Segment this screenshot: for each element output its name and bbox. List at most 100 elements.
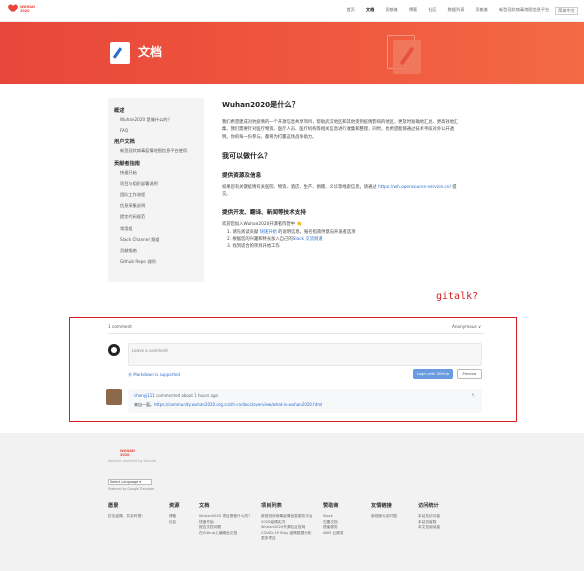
reply-icon[interactable]: ↰ — [471, 393, 475, 399]
nav-blog[interactable]: 博客 — [409, 7, 417, 15]
footer-stat: 本文总阅读量 — [418, 525, 441, 529]
sidebar-item-contrib-guide[interactable]: 贡献指南 — [120, 248, 198, 254]
doc-paragraph: 我们希望建成对抗疫情的一个开源信息共享项目，帮助武汉地区和其他受到疫情影响的地区… — [222, 120, 459, 140]
sidebar-item-map-usage[interactable]: 新型冠状病毒疫情地图信息平台使用 — [120, 148, 198, 154]
document-icon — [110, 42, 130, 64]
sidebar-item-slack[interactable]: Slack Channel 频道 — [120, 237, 198, 243]
nav-contributors-2[interactable]: 贡献者 — [475, 7, 488, 15]
divider — [108, 333, 484, 334]
main-nav: 首页 文档 贡献者 博客 社区 数据列表 贡献者 新型冠状病毒地图信息平台 简体… — [335, 7, 578, 15]
preview-button[interactable]: Preview — [457, 369, 482, 379]
sidebar-item-github-repo[interactable]: Github Repo 说明 — [120, 259, 198, 265]
markdown-hint-link[interactable]: Ⓜ Markdown is supported — [128, 372, 180, 378]
sidebar-item-faq[interactable]: FAQ — [120, 128, 198, 133]
site-logo[interactable]: WUHAN 2020 — [9, 5, 35, 13]
github-avatar-icon — [108, 344, 120, 356]
sidebar-item-groups[interactable]: 常用组 — [120, 226, 198, 232]
user-menu[interactable]: Anonymous ∨ — [452, 324, 481, 329]
text: 2. 根据您的兴趣和特长加入自己的 — [227, 237, 293, 243]
login-github-button[interactable]: Login with GitHub — [413, 369, 453, 379]
slack-link[interactable]: Slack 交流频道 — [293, 237, 323, 242]
sidebar-item-code-rules[interactable]: 提交代码规范 — [120, 214, 198, 220]
footer-col-title: 访问统计 — [418, 503, 439, 509]
comment-count: 1 comment — [108, 324, 132, 329]
doc-paragraph-resources: 如果您有关键疫情有关医院、物资、酒店、生产、捐赠、义诊等线索信息，请通过 htt… — [222, 184, 462, 199]
list-item: 1. 请先阅读贡献 快速开始 的说明信息，报名指南供意向开发者选项 — [227, 229, 462, 236]
footer-link[interactable]: 社区 — [169, 520, 179, 526]
annotation-text: gitalk? — [436, 291, 479, 302]
language-button[interactable]: 简体中文 — [555, 7, 578, 15]
comment-meta: chenyj111 commented about 1 hours ago — [134, 393, 218, 398]
list-item: 3. 找到适合的项目开始工作 — [227, 243, 462, 250]
sidebar-item-workflow[interactable]: 团队工作流程 — [120, 192, 198, 198]
footer-link[interactable]: 更多项目 — [261, 536, 317, 542]
heart-logo-icon — [9, 5, 17, 13]
sidebar-item-deploy[interactable]: 项目与组织部署说明 — [120, 181, 198, 187]
sidebar-section-title: 概述 — [114, 108, 125, 114]
footer-col-title: 资源 — [169, 503, 180, 509]
footer-link[interactable]: 在Github上编辑此文档 — [199, 531, 253, 537]
footer-col-friends: 友情链接 新冠肺炎实时图 — [371, 502, 397, 520]
sidebar-item-quick-start[interactable]: 快速开始 — [120, 170, 198, 176]
list-item: 2. 根据您的兴趣和特长加入自己的Slack 交流频道 — [227, 236, 462, 243]
footer-col-title: 赞助商 — [323, 503, 339, 509]
nav-community[interactable]: 社区 — [428, 7, 436, 15]
doc-heading-1: Wuhan2020是什么？ — [222, 100, 299, 109]
footer-col-title: 文档 — [199, 503, 210, 509]
footer-logo-bottom: 2020 — [120, 453, 130, 457]
google-translate-credit: Powered by Google Translate — [108, 487, 155, 491]
nav-data-list[interactable]: 数据列表 — [448, 7, 465, 15]
decorative-document-icon — [393, 40, 421, 74]
nav-contributors[interactable]: 贡献者 — [385, 7, 398, 15]
commenter-avatar[interactable] — [106, 389, 122, 405]
footer-link[interactable]: 新冠肺炎实时图 — [371, 514, 397, 520]
sidebar-section-title: 用户文档 — [114, 139, 135, 146]
sidebar-item-info-collect[interactable]: 信息采集说明 — [120, 203, 198, 209]
footer-logo: WUHAN 2020 — [108, 449, 135, 457]
text: 的说明信息，报名指南供意向开发者选项 — [276, 229, 356, 235]
comment-time: commented about 1 hours ago — [154, 393, 218, 398]
logo-text-bottom: 2020 — [20, 9, 30, 13]
doc-content: Wuhan2020是什么？ 我们希望建成对抗疫情的一个开源信息共享项目，帮助武汉… — [222, 100, 462, 251]
hero-banner: 文档 — [0, 22, 584, 84]
page-title: 文档 — [138, 45, 163, 59]
resource-link[interactable]: https://wh.opensource-service.cn/ — [378, 185, 451, 190]
text: 如果您有关键疫情有关医院、物资、酒店、生产、捐赠、义诊等线索信息，请通过 — [222, 184, 379, 190]
sidebar-item-what-is[interactable]: Wuhan2020 是做什么的？ — [120, 117, 198, 123]
footer-col-resources: 资源 博客 社区 — [169, 502, 179, 525]
footer-col-projects: 项目列表 新型冠状病毒疫情信息服务平台 2020疫情实况 Wuhan2020开源… — [261, 502, 317, 542]
footer-col-sponsors: 赞助商 Slack 石墨文档 语雀服务 AWS 云服务 — [323, 502, 344, 536]
nav-docs[interactable]: 文档 — [366, 7, 374, 15]
footer-link[interactable]: AWS 云服务 — [323, 531, 344, 537]
footer-stat: 本站总访问量 — [418, 514, 441, 518]
sidebar-section-title: 贡献者指南 — [114, 160, 140, 167]
footer-link[interactable]: 新型冠状病毒疫情信息服务平台 — [261, 514, 317, 520]
footer-col-title: 友情链接 — [371, 503, 392, 509]
top-navbar: WUHAN 2020 首页 文档 贡献者 博客 社区 数据列表 贡献者 新型冠状… — [0, 0, 584, 22]
footer-col-title: 愿景 — [108, 503, 119, 509]
text: 来自一面。 — [134, 402, 154, 407]
docs-sidebar: 概述 Wuhan2020 是做什么的？ FAQ 用户文档 新型冠状病毒疫情地图信… — [108, 98, 204, 282]
footer-col-vision: 愿景 抗击疫情，共克时艰！ — [108, 502, 145, 520]
doc-heading-3: 提供开发、翻译、新闻等技术支持 — [222, 210, 306, 217]
nav-map-platform[interactable]: 新型冠状病毒地图信息平台 — [499, 7, 549, 15]
comment-body: 来自一面。https://community.wuhan2020.org.cn/… — [134, 402, 322, 408]
nav-home[interactable]: 首页 — [346, 7, 354, 15]
text: 1. 请先阅读贡献 — [227, 229, 260, 235]
doc-heading-2: 我可以做什么？ — [222, 151, 271, 160]
language-select[interactable]: Select Language ▾ — [108, 479, 152, 485]
footer-col-docs: 文档 Wuhan2020 项目是做什么的？ 快速开始 报告文档问题 在Githu… — [199, 502, 253, 536]
doc-heading-3: 提供资源及信息 — [222, 172, 262, 179]
comment-author[interactable]: chenyj111 — [134, 393, 155, 398]
text: 3. 找到适合的项目开始工作 — [227, 244, 280, 250]
comment-textarea[interactable]: Leave a comment — [128, 343, 482, 366]
doc-paragraph-welcome: 欢迎您加入Wuhan2020开源者阵营中 👏 — [222, 222, 302, 228]
comment-link[interactable]: https://community.wuhan2020.org.cn/zh-cn… — [154, 402, 322, 407]
footer-col-item: 抗击疫情，共克时艰！ — [108, 514, 145, 518]
footer-col-title: 项目列表 — [261, 503, 282, 509]
footer-col-stats: 访问统计 本站总访问量 本站访客数 本文总阅读量 — [418, 502, 440, 531]
footer-link[interactable]: Wuhan2020 项目是做什么的？ — [199, 514, 253, 520]
doc-ordered-list: 1. 请先阅读贡献 快速开始 的说明信息，报名指南供意向开发者选项 2. 根据您… — [227, 229, 462, 251]
quick-start-link[interactable]: 快速开始 — [260, 230, 277, 235]
footer-powered-docsite: Website powered by Docsite — [108, 459, 157, 463]
